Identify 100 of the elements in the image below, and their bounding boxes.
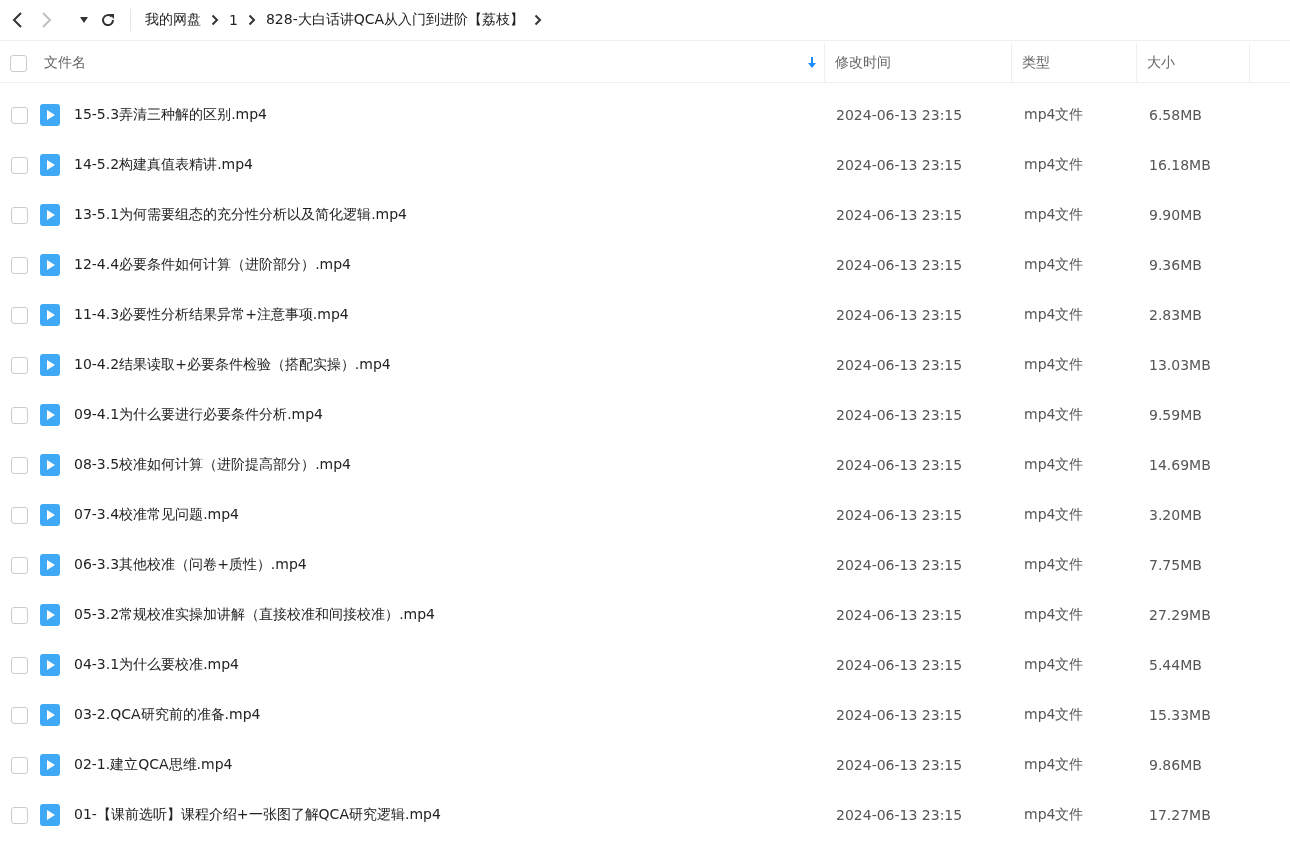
video-file-icon <box>40 254 60 276</box>
video-file-icon <box>40 604 60 626</box>
chevron-right-icon <box>211 14 219 26</box>
row-checkbox[interactable] <box>10 556 28 574</box>
file-name[interactable]: 14-5.2构建真值表精讲.mp4 <box>74 156 253 174</box>
video-file-icon <box>40 304 60 326</box>
file-name[interactable]: 15-5.3弄清三种解的区别.mp4 <box>74 106 267 124</box>
chevron-right-icon <box>534 14 543 26</box>
file-size: 16.18MB <box>1149 157 1211 173</box>
row-checkbox[interactable] <box>10 356 28 374</box>
video-file-icon <box>40 704 60 726</box>
chevron-left-icon <box>10 11 24 29</box>
modified-time: 2024-06-13 23:15 <box>836 257 963 273</box>
file-type: mp4文件 <box>1024 756 1084 772</box>
column-header[interactable]: 类型 <box>1022 54 1051 72</box>
file-name[interactable]: 08-3.5校准如何计算（进阶提高部分）.mp4 <box>74 456 351 474</box>
file-size: 2.83MB <box>1149 307 1202 323</box>
file-name[interactable]: 01-【课前选听】课程介绍+一张图了解QCA研究逻辑.mp4 <box>74 806 441 824</box>
modified-time: 2024-06-13 23:15 <box>836 607 963 623</box>
column-header[interactable]: 修改时间 <box>834 54 891 72</box>
file-type: mp4文件 <box>1024 256 1084 272</box>
row-checkbox[interactable] <box>10 656 28 674</box>
file-type: mp4文件 <box>1024 306 1084 322</box>
modified-time: 2024-06-13 23:15 <box>836 657 963 673</box>
row-checkbox[interactable] <box>10 806 28 824</box>
file-type: mp4文件 <box>1024 356 1084 372</box>
video-file-icon <box>40 554 60 576</box>
file-name[interactable]: 06-3.3其他校准（问卷+质性）.mp4 <box>74 556 307 574</box>
modified-time: 2024-06-13 23:15 <box>836 407 963 423</box>
video-file-icon <box>40 804 60 826</box>
file-size: 9.86MB <box>1149 757 1202 773</box>
modified-time: 2024-06-13 23:15 <box>836 707 963 723</box>
row-checkbox[interactable] <box>10 206 28 224</box>
breadcrumb-link[interactable]: 我的网盘 <box>145 11 201 29</box>
modified-time: 2024-06-13 23:15 <box>836 107 963 123</box>
modified-time: 2024-06-13 23:15 <box>836 757 963 773</box>
row-checkbox[interactable] <box>10 506 28 524</box>
file-size: 5.44MB <box>1149 657 1202 673</box>
breadcrumb-link[interactable]: 828-大白话讲QCA从入门到进阶【荔枝】 <box>265 11 525 29</box>
video-file-icon <box>40 154 60 176</box>
row-checkbox[interactable] <box>10 706 28 724</box>
video-file-icon <box>40 404 60 426</box>
file-size: 9.36MB <box>1149 257 1202 273</box>
video-file-icon <box>40 654 60 676</box>
modified-time: 2024-06-13 23:15 <box>836 357 963 373</box>
video-file-icon <box>40 504 60 526</box>
video-file-icon <box>40 204 60 226</box>
row-checkbox[interactable] <box>10 606 28 624</box>
row-checkbox[interactable] <box>10 456 28 474</box>
file-type: mp4文件 <box>1024 406 1084 422</box>
dropdown-caret-icon[interactable] <box>80 17 88 23</box>
row-checkbox[interactable] <box>10 406 28 424</box>
row-checkbox[interactable] <box>10 256 28 274</box>
file-size: 27.29MB <box>1149 607 1211 623</box>
modified-time: 2024-06-13 23:15 <box>836 207 963 223</box>
file-name[interactable]: 04-3.1为什么要校准.mp4 <box>74 656 239 674</box>
chevron-right-icon <box>40 11 54 29</box>
chevron-right-icon <box>247 14 256 26</box>
file-size: 7.75MB <box>1149 557 1202 573</box>
column-header[interactable]: 文件名 <box>43 54 86 72</box>
file-type: mp4文件 <box>1024 206 1084 222</box>
file-type: mp4文件 <box>1024 806 1084 822</box>
file-size: 17.27MB <box>1149 807 1211 823</box>
file-type: mp4文件 <box>1024 456 1084 472</box>
file-name[interactable]: 12-4.4必要条件如何计算（进阶部分）.mp4 <box>74 256 351 274</box>
file-size: 9.90MB <box>1149 207 1202 223</box>
row-checkbox[interactable] <box>10 306 28 324</box>
modified-time: 2024-06-13 23:15 <box>836 807 963 823</box>
file-type: mp4文件 <box>1024 656 1084 672</box>
select-all-checkbox[interactable] <box>10 54 28 72</box>
file-name[interactable]: 09-4.1为什么要进行必要条件分析.mp4 <box>74 406 323 424</box>
refresh-icon[interactable] <box>100 12 116 28</box>
video-file-icon <box>40 104 60 126</box>
row-checkbox[interactable] <box>10 106 28 124</box>
row-checkbox[interactable] <box>10 156 28 174</box>
file-type: mp4文件 <box>1024 706 1084 722</box>
modified-time: 2024-06-13 23:15 <box>836 307 963 323</box>
file-size: 3.20MB <box>1149 507 1202 523</box>
column-header[interactable]: 大小 <box>1147 54 1176 72</box>
breadcrumb-link[interactable]: 1 <box>229 12 238 28</box>
file-name[interactable]: 05-3.2常规校准实操加讲解（直接校准和间接校准）.mp4 <box>74 606 435 624</box>
row-checkbox[interactable] <box>10 756 28 774</box>
file-size: 6.58MB <box>1149 107 1202 123</box>
modified-time: 2024-06-13 23:15 <box>836 157 963 173</box>
file-type: mp4文件 <box>1024 506 1084 522</box>
file-size: 15.33MB <box>1149 707 1211 723</box>
modified-time: 2024-06-13 23:15 <box>836 507 963 523</box>
file-name[interactable]: 02-1.建立QCA思维.mp4 <box>74 756 233 774</box>
video-file-icon <box>40 454 60 476</box>
sort-down-icon[interactable] <box>807 57 816 69</box>
file-name[interactable]: 03-2.QCA研究前的准备.mp4 <box>74 706 261 724</box>
file-name[interactable]: 07-3.4校准常见问题.mp4 <box>74 506 239 524</box>
video-file-icon <box>40 354 60 376</box>
file-size: 9.59MB <box>1149 407 1202 423</box>
file-name[interactable]: 10-4.2结果读取+必要条件检验（搭配实操）.mp4 <box>74 356 391 374</box>
file-name[interactable]: 11-4.3必要性分析结果异常+注意事项.mp4 <box>74 306 349 324</box>
modified-time: 2024-06-13 23:15 <box>836 557 963 573</box>
file-type: mp4文件 <box>1024 606 1084 622</box>
file-name[interactable]: 13-5.1为何需要组态的充分性分析以及简化逻辑.mp4 <box>74 206 407 224</box>
video-file-icon <box>40 754 60 776</box>
